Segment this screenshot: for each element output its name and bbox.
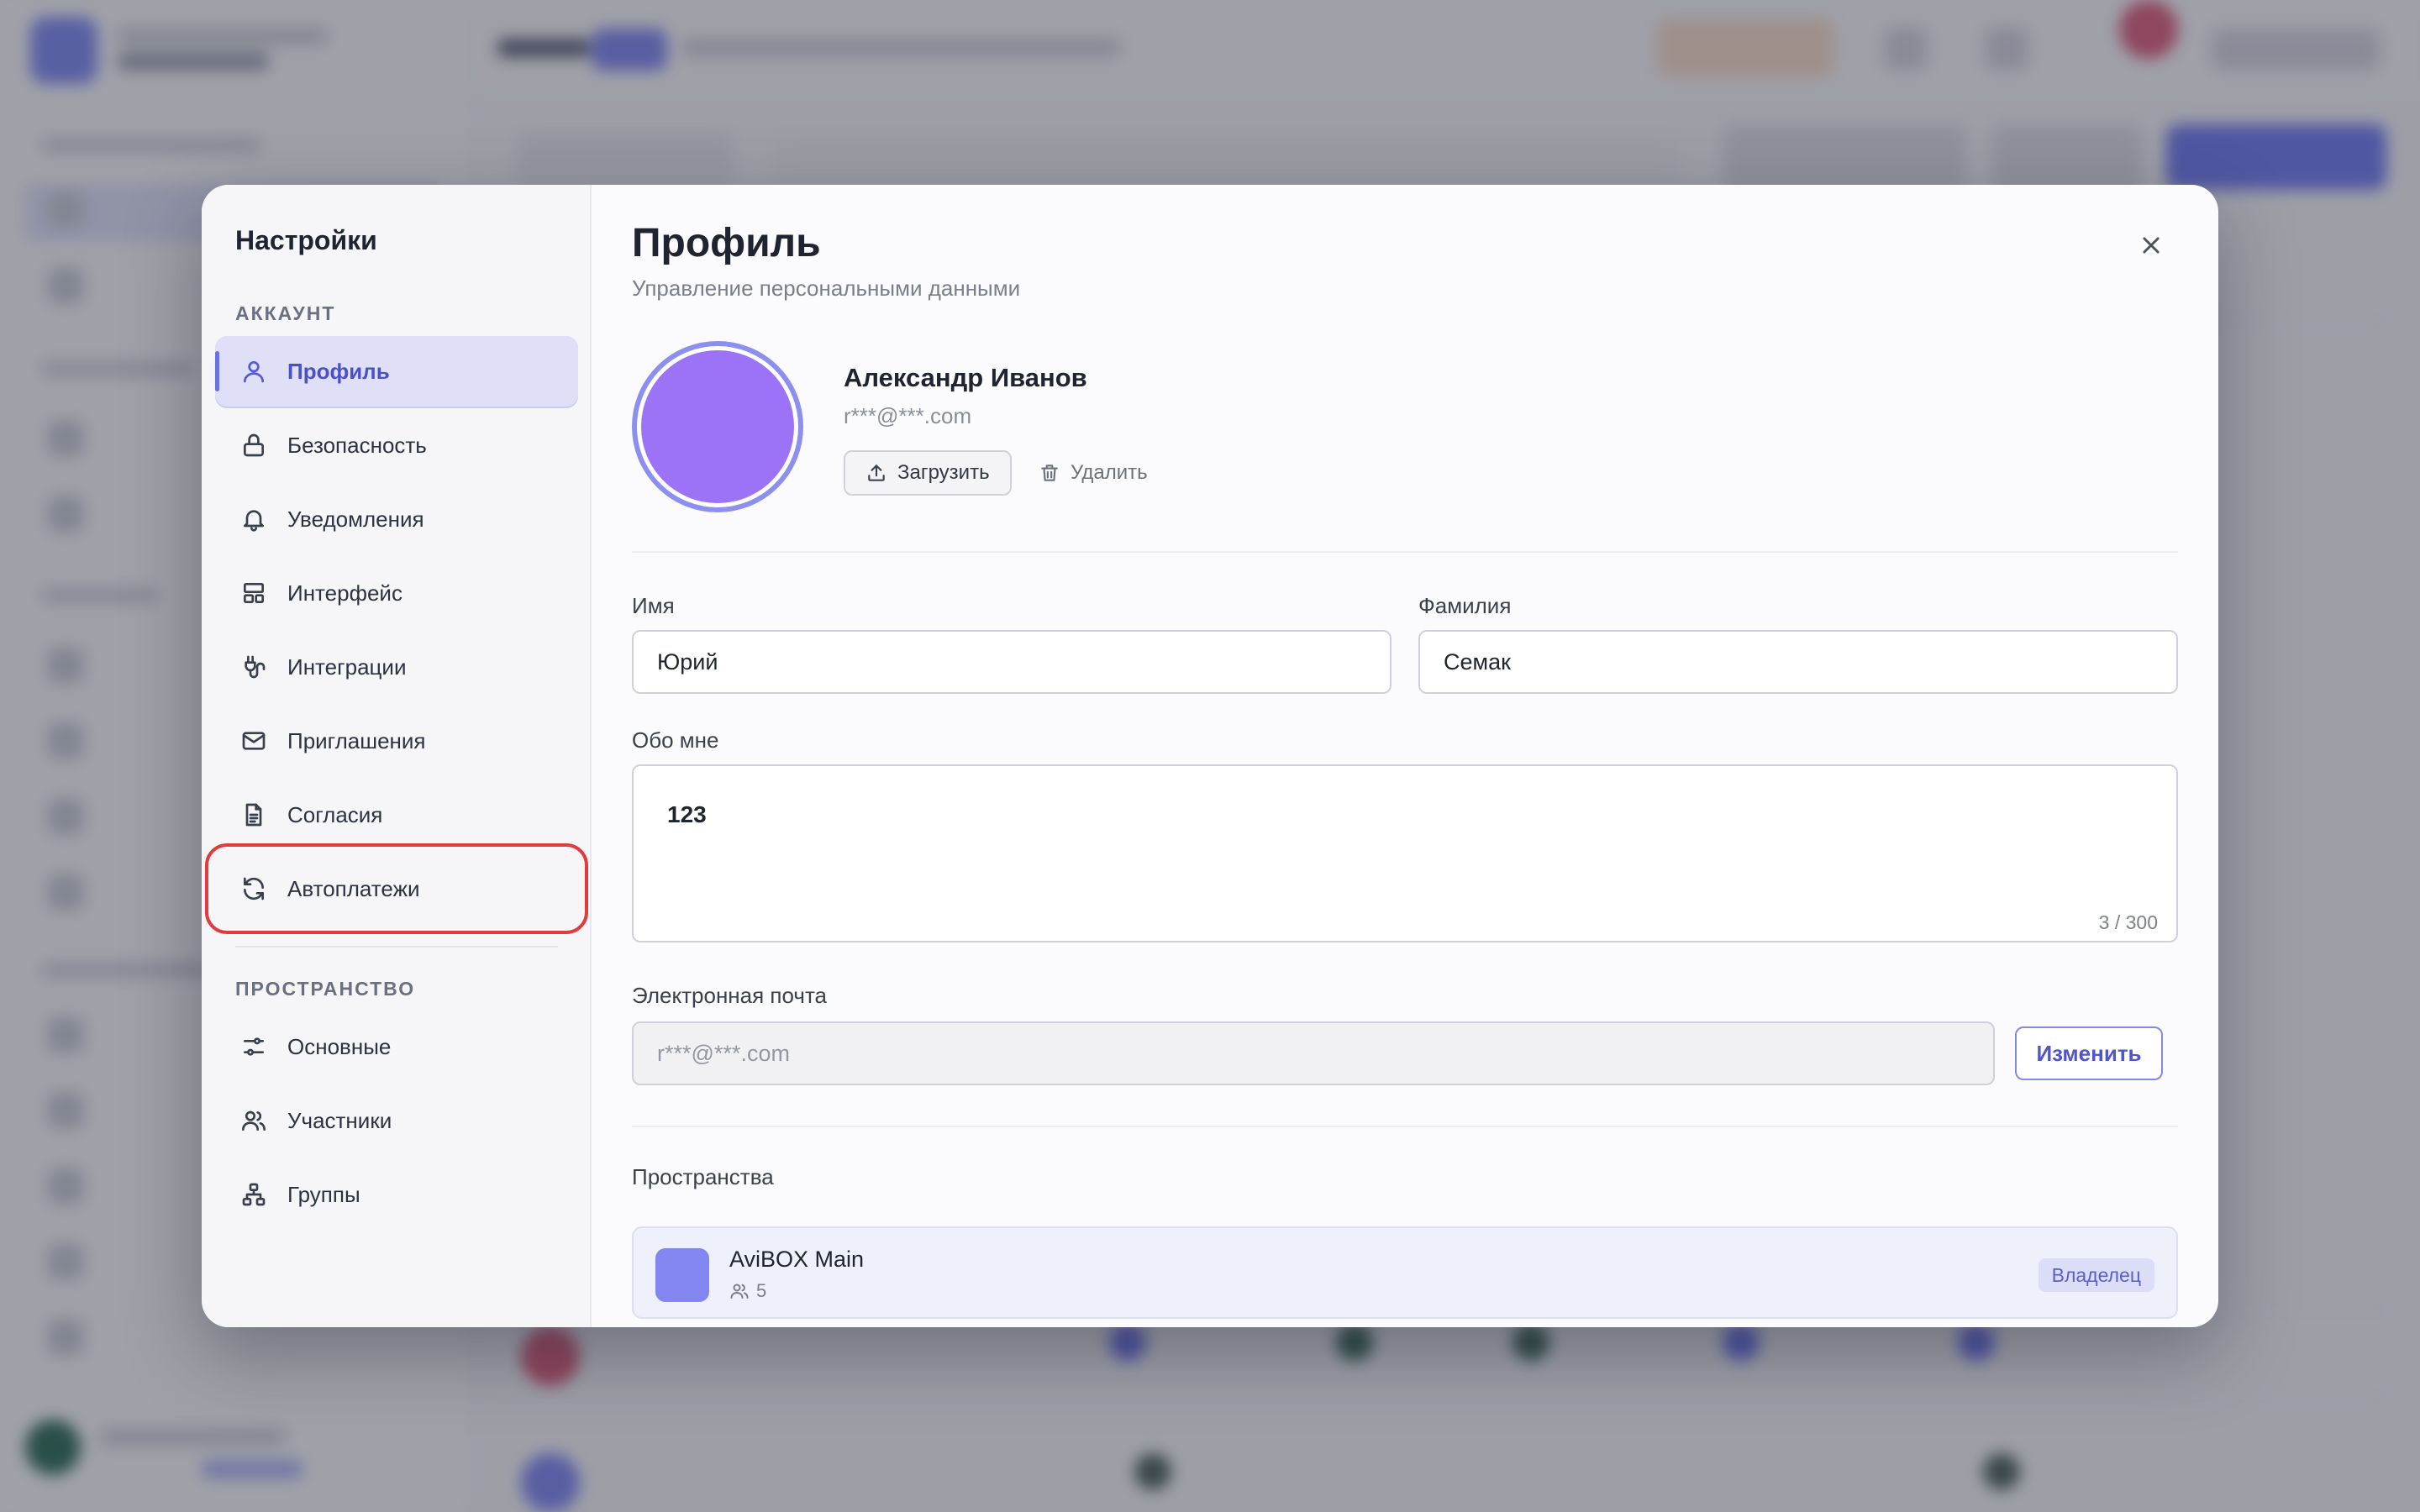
close-icon bbox=[2143, 237, 2160, 254]
nav-item-consents[interactable]: Согласия bbox=[215, 780, 578, 850]
nav-item-invitations[interactable]: Приглашения bbox=[215, 706, 578, 776]
hierarchy-icon bbox=[239, 1179, 269, 1210]
space-members-count: 5 bbox=[729, 1280, 766, 1302]
nav-item-groups[interactable]: Группы bbox=[215, 1159, 578, 1230]
nav-item-integrations[interactable]: Интеграции bbox=[215, 632, 578, 702]
upload-button-label: Загрузить bbox=[897, 461, 990, 484]
about-label: Обо мне bbox=[632, 727, 719, 753]
lock-icon bbox=[239, 430, 269, 460]
email-label: Электронная почта bbox=[632, 983, 828, 1008]
refresh-icon bbox=[239, 874, 269, 904]
users-icon bbox=[239, 1105, 269, 1136]
upload-button[interactable]: Загрузить bbox=[844, 450, 1012, 496]
user-email: r***@***.com bbox=[844, 403, 972, 428]
delete-button[interactable]: Удалить bbox=[1030, 450, 1156, 496]
section-divider bbox=[632, 1126, 2178, 1127]
section-label-account: АККАУНТ bbox=[235, 302, 336, 324]
first-name-label: Имя bbox=[632, 593, 675, 618]
nav-item-label: Согласия bbox=[287, 801, 383, 827]
nav-item-label: Интерфейс bbox=[287, 580, 402, 606]
nav-item-general[interactable]: Основные bbox=[215, 1011, 578, 1082]
profile-panel: Профиль Управление персональными данными… bbox=[592, 185, 2218, 1327]
email-input: r***@***.com bbox=[632, 1021, 1995, 1085]
layout-icon bbox=[239, 578, 269, 608]
change-email-button[interactable]: Изменить bbox=[2015, 1026, 2163, 1080]
nav-item-label: Основные bbox=[287, 1033, 392, 1059]
nav-item-label: Профиль bbox=[287, 358, 390, 384]
nav-item-label: Группы bbox=[287, 1181, 360, 1207]
user-name: Александр Иванов bbox=[844, 363, 1087, 392]
section-divider bbox=[632, 551, 2178, 553]
mail-icon bbox=[239, 726, 269, 756]
nav-item-autopayments[interactable]: Автоплатежи bbox=[205, 843, 588, 934]
nav-item-label: Автоплатежи bbox=[287, 875, 420, 901]
spaces-label: Пространства bbox=[632, 1164, 774, 1189]
about-char-counter: 3 / 300 bbox=[2098, 911, 2158, 933]
nav-item-label: Интеграции bbox=[287, 654, 407, 680]
delete-button-label: Удалить bbox=[1071, 461, 1148, 484]
nav-item-label: Безопасность bbox=[287, 432, 427, 458]
upload-icon bbox=[868, 465, 885, 481]
page-subtitle: Управление персональными данными bbox=[632, 276, 1021, 301]
nav-item-profile[interactable]: Профиль bbox=[215, 336, 578, 407]
avatar bbox=[632, 341, 803, 512]
sliders-icon bbox=[239, 1032, 269, 1062]
space-members-value: 5 bbox=[756, 1280, 767, 1301]
section-label-space: ПРОСТРАНСТВО bbox=[235, 978, 416, 1000]
nav-item-security[interactable]: Безопасность bbox=[215, 410, 578, 480]
sidebar-divider bbox=[235, 946, 558, 948]
page-title: Профиль bbox=[632, 221, 821, 265]
last-name-input[interactable]: Семак bbox=[1418, 630, 2178, 694]
close-button[interactable] bbox=[2131, 225, 2171, 265]
space-card[interactable]: AviBOX Main 5 Владелец bbox=[632, 1226, 2178, 1319]
plug-icon bbox=[239, 652, 269, 682]
nav-item-interface[interactable]: Интерфейс bbox=[215, 558, 578, 628]
space-role-badge: Владелец bbox=[2038, 1258, 2154, 1292]
about-value: 123 bbox=[667, 801, 707, 827]
user-icon bbox=[239, 356, 269, 386]
users-icon bbox=[730, 1284, 749, 1299]
last-name-label: Фамилия bbox=[1418, 593, 1512, 618]
space-name: AviBOX Main bbox=[729, 1247, 865, 1272]
space-logo bbox=[655, 1248, 709, 1302]
document-icon bbox=[239, 800, 269, 830]
avatar-circle bbox=[641, 350, 794, 503]
nav-item-label: Приглашения bbox=[287, 727, 426, 753]
settings-title: Настройки bbox=[235, 225, 377, 255]
nav-item-notifications[interactable]: Уведомления bbox=[215, 484, 578, 554]
nav-item-label: Участники bbox=[287, 1107, 392, 1133]
trash-icon bbox=[1041, 465, 1058, 481]
settings-sidebar: Настройки АККАУНТ Профиль Безопасность У… bbox=[202, 185, 592, 1327]
about-textarea[interactable]: 123 3 / 300 bbox=[632, 764, 2178, 942]
nav-item-label: Уведомления bbox=[287, 506, 424, 532]
first-name-input[interactable]: Юрий bbox=[632, 630, 1392, 694]
nav-item-members[interactable]: Участники bbox=[215, 1085, 578, 1156]
bell-icon bbox=[239, 504, 269, 534]
settings-modal: Настройки АККАУНТ Профиль Безопасность У… bbox=[202, 185, 2218, 1327]
